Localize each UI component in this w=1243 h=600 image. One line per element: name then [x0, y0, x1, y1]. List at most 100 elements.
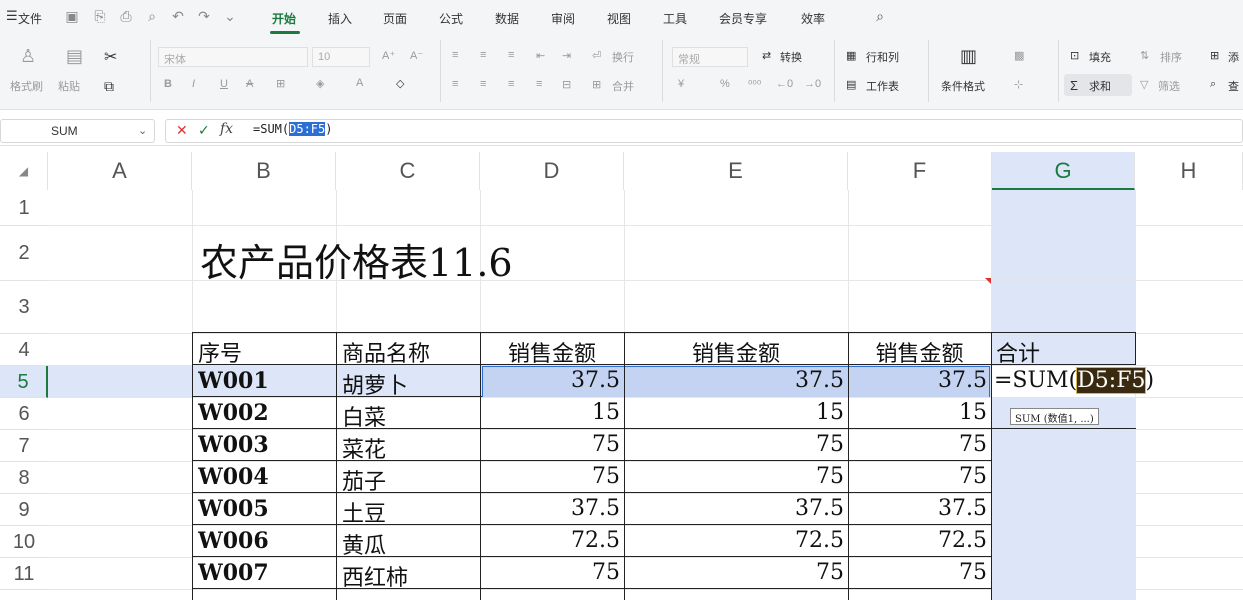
cell-code[interactable]: W007 [198, 560, 269, 586]
tab-home[interactable]: 开始 [272, 10, 296, 27]
redo-icon[interactable]: ↷ [196, 8, 212, 24]
row-header-6[interactable]: 6 [0, 398, 48, 430]
tab-view[interactable]: 视图 [607, 10, 631, 27]
row-header-5[interactable]: 5 [0, 366, 48, 398]
row-header-9[interactable]: 9 [0, 494, 48, 526]
distribute-icon[interactable]: ⊟ [562, 78, 571, 91]
editing-cell-formula[interactable]: =SUM(D5:F5) [994, 367, 1194, 394]
align-right-icon[interactable]: ≡ [508, 78, 514, 90]
find-label[interactable]: 查 [1228, 78, 1239, 94]
thousands-icon[interactable]: ⁰⁰⁰ [748, 78, 761, 91]
cond-format-icon[interactable]: ▥ [960, 46, 977, 67]
cell-f[interactable]: 72.5 [848, 528, 991, 553]
cell-name[interactable]: 西红柿 [342, 560, 408, 592]
tab-data[interactable]: 数据 [495, 10, 519, 27]
font-color-icon[interactable]: A [356, 77, 363, 89]
cell-f[interactable]: 37.5 [848, 368, 991, 393]
cell-f[interactable]: 37.5 [848, 496, 991, 521]
print-icon[interactable]: ⎙ [118, 8, 134, 24]
row-header-3[interactable]: 3 [0, 281, 48, 334]
sort-label[interactable]: 排序 [1160, 49, 1182, 65]
undo-icon[interactable]: ↶ [170, 8, 186, 24]
tab-insert[interactable]: 插入 [328, 10, 352, 27]
fill-label[interactable]: 填充 [1089, 49, 1111, 65]
cell-d[interactable]: 75 [480, 464, 624, 489]
cell-name[interactable]: 胡萝卜 [342, 368, 408, 400]
function-icon[interactable]: fx [220, 121, 233, 137]
wrap-label[interactable]: 换行 [612, 49, 634, 65]
header-cell-name[interactable]: 商品名称 [342, 336, 430, 368]
cell-e[interactable]: 75 [624, 432, 848, 457]
tab-tools[interactable]: 工具 [663, 10, 687, 27]
cell-d[interactable]: 37.5 [480, 368, 624, 393]
row-header-10[interactable]: 10 [0, 526, 48, 558]
cell-e[interactable]: 75 [624, 464, 848, 489]
cell-f[interactable]: 75 [848, 432, 991, 457]
name-box[interactable]: SUM [0, 119, 155, 143]
cell-code[interactable]: W003 [198, 432, 269, 458]
column-header-f[interactable]: F [848, 152, 992, 190]
cell-f[interactable]: 15 [848, 400, 991, 425]
select-all-corner[interactable]: ◢ [0, 152, 48, 190]
format-painter-icon[interactable]: ♙ [20, 46, 36, 67]
row-col-label[interactable]: 行和列 [866, 49, 899, 65]
quick-access-dropdown-icon[interactable]: ⌄ [222, 8, 238, 24]
column-header-a[interactable]: A [48, 152, 192, 190]
tab-formulas[interactable]: 公式 [439, 10, 463, 27]
column-header-c[interactable]: C [336, 152, 480, 190]
column-header-e[interactable]: E [624, 152, 848, 190]
cell-e[interactable]: 37.5 [624, 368, 848, 393]
header-cell-sales-f[interactable]: 销售金额 [848, 336, 991, 368]
indent-decrease-icon[interactable]: ⇤ [536, 49, 545, 62]
copy-icon[interactable]: ⧉ [104, 78, 114, 95]
spreadsheet-grid[interactable]: ◢ A B C D E F G H 1 2 3 4 5 6 7 8 9 10 1… [0, 152, 1243, 600]
format-painter-label[interactable]: 格式刷 [10, 78, 43, 94]
wrap-icon[interactable]: ⏎ [592, 49, 601, 62]
row-header-11[interactable]: 11 [0, 558, 48, 590]
add-icon[interactable]: ⊞ [1210, 49, 1219, 62]
search-icon[interactable]: ⌕ [872, 8, 888, 24]
freeze-icon[interactable]: ⊹ [1014, 78, 1023, 91]
cell-d[interactable]: 75 [480, 560, 624, 585]
indent-increase-icon[interactable]: ⇥ [562, 49, 571, 62]
hamburger-icon[interactable]: ☰ [6, 8, 18, 24]
cell-code[interactable]: W004 [198, 464, 269, 490]
filter-label[interactable]: 筛选 [1158, 78, 1180, 94]
sum-label[interactable]: 求和 [1089, 78, 1111, 94]
add-label[interactable]: 添 [1228, 49, 1239, 65]
fill-color-icon[interactable]: ◈ [316, 77, 324, 90]
save-icon[interactable]: ▣ [64, 8, 80, 24]
cell-e[interactable]: 37.5 [624, 496, 848, 521]
cell-d[interactable]: 75 [480, 432, 624, 457]
cell-name[interactable]: 白菜 [342, 400, 386, 432]
menu-file[interactable]: 文件 [18, 10, 42, 27]
sort-icon[interactable]: ⇅ [1140, 49, 1149, 62]
align-left-icon[interactable]: ≡ [452, 78, 458, 90]
number-format-select[interactable]: 常规 [672, 47, 748, 67]
align-middle-icon[interactable]: ≡ [480, 49, 486, 61]
italic-icon[interactable]: I [192, 78, 195, 90]
column-header-b[interactable]: B [192, 152, 336, 190]
cell-e[interactable]: 15 [624, 400, 848, 425]
cut-icon[interactable]: ✂ [104, 47, 117, 67]
column-header-h[interactable]: H [1135, 152, 1243, 190]
cell-e[interactable]: 75 [624, 560, 848, 585]
fill-icon[interactable]: ⊡ [1070, 49, 1079, 62]
percent-icon[interactable]: % [720, 78, 730, 90]
print-preview-icon[interactable]: ⌕ [144, 8, 160, 24]
cell-code[interactable]: W001 [198, 368, 269, 394]
cancel-icon[interactable]: ✕ [176, 122, 188, 139]
confirm-icon[interactable]: ✓ [198, 122, 210, 139]
cell-style-icon[interactable]: ▩ [1014, 49, 1024, 62]
font-size-select[interactable]: 10 [312, 47, 370, 67]
decimal-decrease-icon[interactable]: →0 [804, 78, 821, 90]
currency-icon[interactable]: ¥ [678, 78, 684, 90]
column-header-d[interactable]: D [480, 152, 624, 190]
convert-label[interactable]: 转换 [780, 49, 802, 65]
header-cell-sales-d[interactable]: 销售金额 [480, 336, 624, 368]
align-bottom-icon[interactable]: ≡ [508, 49, 514, 61]
tab-page[interactable]: 页面 [383, 10, 407, 27]
clear-icon[interactable]: ◇ [396, 77, 404, 90]
cond-format-label[interactable]: 条件格式 [941, 78, 985, 94]
paste-icon[interactable]: ▤ [66, 46, 83, 67]
